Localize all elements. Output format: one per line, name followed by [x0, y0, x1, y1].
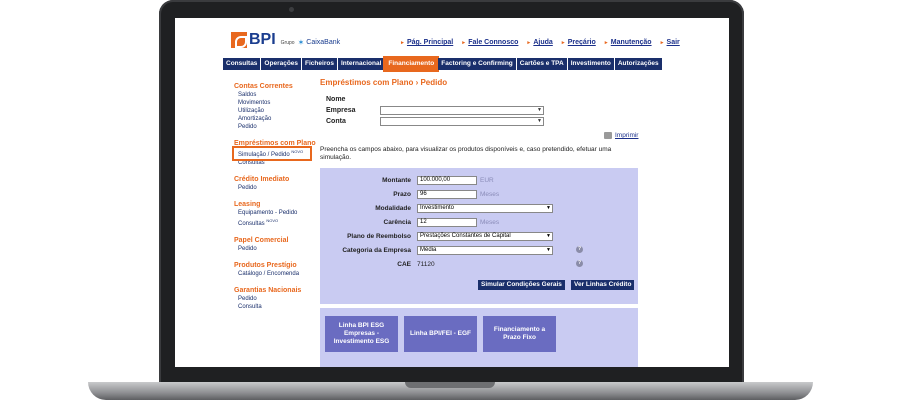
main-nav: Consultas Operações Ficheiros Internacio… [223, 56, 664, 72]
sidebar-item-label: Consultas [238, 221, 265, 227]
sidebar-item-papel-pedido[interactable]: Pedido [238, 245, 319, 253]
categoria-row: Categoria da Empresa Média [320, 245, 553, 255]
sidebar-heading-papel-comercial[interactable]: Papel Comercial [234, 236, 319, 245]
tab-factoring[interactable]: Factoring e Confirming [438, 58, 516, 70]
sidebar-item-leasing-consultas[interactable]: Consultas NOVO [238, 217, 319, 228]
sidebar-heading-credito-imediato[interactable]: Crédito Imediato [234, 175, 319, 184]
modalidade-label: Modalidade [375, 204, 411, 212]
sidebar-item-garantias-pedido[interactable]: Pedido [238, 295, 319, 303]
screen: BPI Grupo ✶ CaixaBank Pág. Principal Fal… [175, 18, 729, 367]
modalidade-row: Modalidade Investimento [320, 203, 553, 213]
new-badge: NOVO [291, 149, 304, 154]
tab-operacoes[interactable]: Operações [261, 58, 302, 70]
link-sair[interactable]: Sair [660, 39, 680, 46]
montante-row: Montante 100.000,00 EUR [320, 175, 494, 185]
categoria-label: Categoria da Empresa [342, 246, 411, 254]
carencia-row: Carência 12 Meses [320, 217, 499, 227]
sidebar-item-garantias-consulta[interactable]: Consulta [238, 303, 319, 311]
sidebar-heading-leasing[interactable]: Leasing [234, 200, 319, 209]
bpi-logo-icon [231, 32, 247, 48]
tab-consultas[interactable]: Consultas [223, 58, 261, 70]
cae-value: 71120 [417, 260, 435, 268]
credit-line-fei-egf-button[interactable]: Linha BPI/FEI - EGF [404, 316, 477, 352]
montante-label: Montante [382, 176, 411, 184]
sidebar-heading-garantias[interactable]: Garantias Nacionais [234, 286, 319, 295]
sidebar-item-label: Simulação / Pedido [238, 152, 290, 158]
link-ajuda[interactable]: Ajuda [526, 39, 552, 46]
conta-label: Conta [326, 118, 346, 125]
simulation-panel: Montante 100.000,00 EUR Prazo 96 Meses M… [320, 168, 638, 304]
caixabank-star-icon: ✶ [297, 38, 305, 47]
link-fale-connosco[interactable]: Fale Connosco [461, 39, 518, 46]
sidebar-heading-produtos-prestigio[interactable]: Produtos Prestígio [234, 261, 319, 270]
sidebar-heading-emprestimos[interactable]: Empréstimos com Plano [234, 139, 319, 148]
prazo-input[interactable]: 96 [417, 189, 477, 199]
tab-investimento[interactable]: Investimento [567, 58, 614, 70]
sidebar-heading-contas-correntes[interactable]: Contas Correntes [234, 82, 319, 91]
plano-row: Plano de Reembolso Prestações Constantes… [320, 231, 553, 241]
sidebar-item-consultas[interactable]: Consultas [238, 159, 319, 167]
new-badge: NOVO [266, 218, 279, 223]
page-title: Empréstimos com Plano › Pedido [320, 78, 448, 87]
sidebar-item-pedido[interactable]: Pedido [238, 123, 319, 131]
prazo-label: Prazo [393, 190, 411, 198]
laptop-notch [405, 382, 495, 388]
credit-line-esg-button[interactable]: Linha BPI ESG Empresas - Investimento ES… [325, 316, 398, 352]
carencia-input[interactable]: 12 [417, 217, 477, 227]
sidebar-item-equipamento-pedido[interactable]: Equipamento - Pedido [238, 209, 319, 217]
top-links: Pág. Principal Fale Connosco Ajuda Preçá… [400, 39, 680, 46]
tab-financiamento[interactable]: Financiamento [383, 56, 440, 72]
sidebar-item-amortizacao[interactable]: Amortização [238, 115, 319, 123]
intro-text: Preencha os campos abaixo, para visualiz… [320, 146, 612, 161]
sidebar-item-movimentos[interactable]: Movimentos [238, 99, 319, 107]
link-manutencao[interactable]: Manutenção [604, 39, 652, 46]
empresa-row: Empresa [320, 105, 640, 116]
printer-icon [604, 132, 612, 139]
nome-label: Nome [326, 96, 346, 103]
modalidade-select[interactable]: Investimento [417, 203, 553, 213]
ver-linhas-credito-button[interactable]: Ver Linhas Crédito [571, 280, 635, 290]
credit-lines-panel: Linha BPI ESG Empresas - Investimento ES… [320, 308, 638, 367]
montante-unit: EUR [480, 176, 494, 184]
sidebar-item-saldos[interactable]: Saldos [238, 91, 319, 99]
link-pagina-principal[interactable]: Pág. Principal [400, 39, 453, 46]
empresa-label: Empresa [326, 107, 356, 114]
categoria-help-icon[interactable]: ? [576, 246, 583, 253]
print-label: Imprimir [615, 132, 639, 140]
link-precario[interactable]: Preçário [561, 39, 596, 46]
sidebar: Contas Correntes Saldos Movimentos Utili… [232, 82, 319, 311]
main-content: Empréstimos com Plano › Pedido Nome Empr… [320, 78, 640, 367]
prazo-row: Prazo 96 Meses [320, 189, 499, 199]
tab-ficheiros[interactable]: Ficheiros [302, 58, 337, 70]
plano-label: Plano de Reembolso [347, 232, 411, 240]
tab-internacional[interactable]: Internacional [337, 58, 385, 70]
sidebar-item-utilizacao[interactable]: Utilização [238, 107, 319, 115]
cae-help-icon[interactable]: ? [576, 260, 583, 267]
logo-caixabank: CaixaBank [306, 39, 341, 46]
empresa-select[interactable] [380, 106, 544, 115]
logo-grupo: Grupo [280, 40, 295, 46]
simular-condicoes-button[interactable]: Simular Condições Gerais [478, 280, 565, 290]
conta-row: Conta [320, 116, 640, 127]
credit-line-prazo-fixo-button[interactable]: Financiamento a Prazo Fixo [483, 316, 556, 352]
sidebar-item-simulacao-pedido[interactable]: Simulação / Pedido NOVO [232, 146, 312, 161]
logo-text: BPI [249, 31, 276, 48]
plano-select[interactable]: Prestações Constantes de Capital [417, 231, 553, 241]
categoria-select[interactable]: Média [417, 245, 553, 255]
cae-row: CAE 71120 [320, 259, 435, 269]
carencia-unit: Meses [480, 218, 500, 226]
camera-icon [289, 7, 294, 12]
sidebar-item-catalogo[interactable]: Catálogo / Encomenda [238, 270, 319, 278]
prazo-unit: Meses [480, 190, 500, 198]
montante-input[interactable]: 100.000,00 [417, 175, 477, 185]
tab-cartoes[interactable]: Cartões e TPA [516, 58, 567, 70]
nome-row: Nome [320, 94, 640, 105]
carencia-label: Carência [383, 218, 411, 226]
print-link[interactable]: Imprimir [604, 132, 638, 139]
tab-autorizacoes[interactable]: Autorizações [614, 58, 662, 70]
sidebar-item-pedido-credito[interactable]: Pedido [238, 184, 319, 192]
bpi-logo[interactable]: BPI Grupo ✶ CaixaBank [231, 32, 340, 48]
cae-label: CAE [397, 260, 411, 268]
conta-select[interactable] [380, 117, 544, 126]
